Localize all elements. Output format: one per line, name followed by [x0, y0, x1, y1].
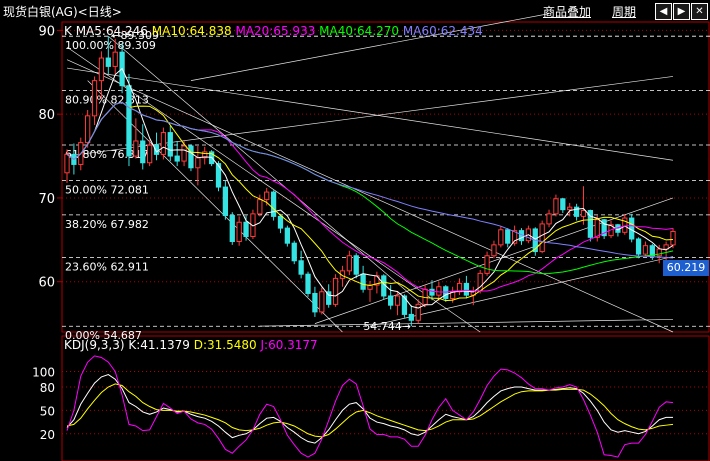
chart-canvas[interactable]: 100.00% 89.30980.90% 82.81361.80% 76.317…: [0, 0, 710, 461]
kdj-tick-label: 50: [40, 404, 55, 418]
candle-body: [539, 223, 545, 253]
kdj-tick-label: 80: [40, 381, 55, 395]
candle-body: [264, 191, 270, 201]
ma20-label: MA20:65.933: [235, 24, 316, 38]
candle-body: [567, 206, 573, 211]
candle-body: [133, 140, 139, 157]
trend-line: [369, 256, 674, 327]
candle-body: [436, 286, 442, 296]
fib-label: 50.00% 72.081: [65, 184, 149, 197]
candle-body: [298, 260, 304, 275]
trend-line: [66, 76, 674, 157]
candle-body: [415, 303, 421, 321]
candle-body: [622, 217, 628, 233]
candle-body: [312, 292, 318, 313]
candle-body: [229, 215, 235, 243]
candle-body: [284, 227, 290, 244]
price-tick-label: 70: [38, 192, 55, 207]
ma5-line: [66, 67, 674, 309]
candle-body: [560, 198, 566, 211]
candle-body: [291, 242, 297, 262]
trend-line: [259, 319, 674, 327]
candle-body: [277, 215, 284, 229]
grid-layer: [61, 21, 710, 461]
axis-layer: 60 70 80 90 20 50 80 100: [32, 24, 62, 442]
candle-body: [270, 191, 277, 217]
candle-body: [174, 155, 180, 162]
k-label: K: [64, 24, 72, 38]
kdj-tick-label: 100: [32, 365, 55, 379]
candle-body: [140, 140, 146, 164]
candle-body: [670, 230, 676, 246]
ma-legend: K MA5:64.246 MA10:64.838 MA20:65.933 MA4…: [64, 24, 483, 38]
candle-body: [629, 217, 635, 240]
ma10-label: MA10:64.838: [151, 24, 232, 38]
trend-line: [314, 197, 674, 324]
price-tick-label: 80: [38, 108, 55, 123]
candle-body: [463, 282, 470, 296]
trend-line: [108, 35, 426, 308]
candle-body: [360, 273, 366, 290]
candle-body: [112, 51, 118, 67]
kdj-legend: KDJ(9,3,3) K:41.1379 D:31.5480 J:60.3177: [64, 338, 318, 352]
candle-body: [85, 115, 91, 144]
candle-body: [305, 273, 311, 294]
candle-body: [195, 157, 201, 169]
candle-body: [546, 213, 552, 225]
kdj-frame: [61, 335, 710, 461]
kdj-d-label: D:31.5480: [193, 338, 257, 352]
price-tick-label: 90: [38, 24, 55, 39]
candle-body: [181, 145, 187, 162]
ma5-label: MA5:64.246: [75, 24, 148, 38]
candle-body: [243, 221, 249, 237]
candle-body: [91, 80, 98, 117]
candle-body: [394, 295, 401, 306]
ma40-label: MA40:64.270: [319, 24, 400, 38]
candle-body: [319, 291, 325, 313]
ma20-line: [66, 101, 674, 293]
candle-body: [491, 244, 497, 257]
candle-body: [222, 186, 229, 217]
candle-body: [346, 255, 352, 272]
kdj-j-label: J:60.3177: [260, 338, 318, 352]
ma-layer: [66, 67, 674, 309]
candle-body: [498, 229, 504, 246]
candle-body: [105, 57, 111, 67]
candle-body: [594, 219, 600, 238]
kdj-tick-label: 20: [40, 428, 55, 442]
candle-body: [160, 132, 167, 155]
candle-body: [64, 153, 70, 174]
candle-body: [188, 145, 194, 169]
candle-layer: [64, 36, 676, 327]
candle-body: [147, 144, 153, 164]
candle-body: [642, 245, 649, 255]
candle-body: [649, 245, 655, 257]
candle-body: [236, 221, 242, 243]
kdj-k-label: K:41.1379: [128, 338, 190, 352]
trend-line: [87, 80, 343, 333]
candle-body: [126, 85, 132, 157]
candle-body: [332, 277, 339, 305]
kdj-name: KDJ(9,3,3): [64, 338, 125, 352]
candle-body: [353, 255, 359, 275]
candle-body: [429, 288, 435, 296]
fib-label: 23.60% 62.911: [65, 260, 149, 273]
kdj-k-line: [66, 374, 673, 444]
candle-body: [484, 255, 490, 274]
last-price-box: 60.219: [663, 260, 709, 276]
candle-body: [388, 295, 394, 306]
ma60-label: MA60:62.434: [402, 24, 483, 38]
candle-body: [167, 132, 173, 157]
fib-label: 38.20% 67.982: [65, 218, 149, 231]
candle-body: [553, 198, 559, 215]
candle-body: [580, 210, 587, 217]
candle-body: [257, 199, 263, 215]
candle-body: [505, 229, 511, 244]
candle-body: [635, 238, 642, 255]
candle-body: [408, 313, 414, 321]
price-tick-label: 60: [38, 276, 55, 291]
candle-body: [98, 57, 105, 82]
